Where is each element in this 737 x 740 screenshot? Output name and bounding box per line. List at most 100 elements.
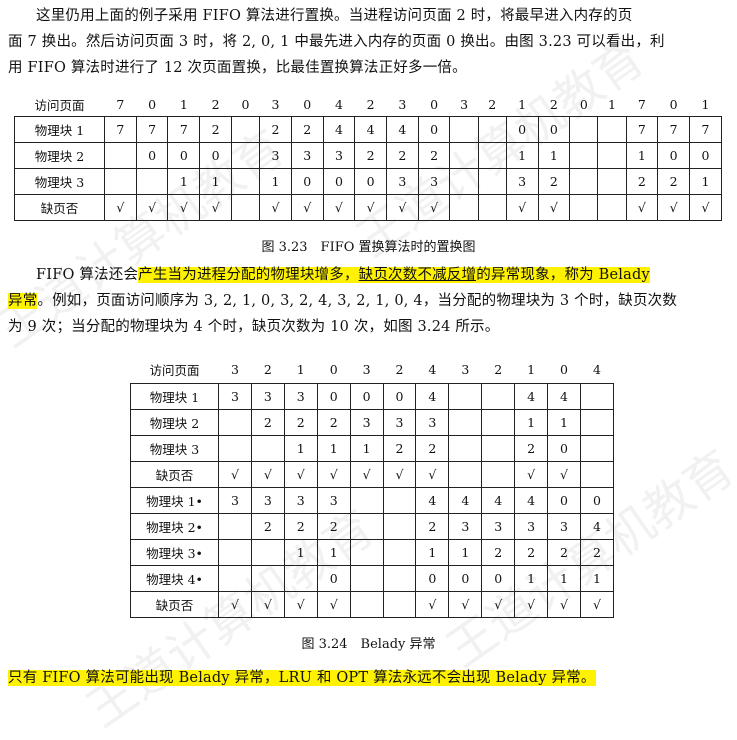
fifo-table-cell: 0 xyxy=(537,116,571,143)
belady-table-cell: 1 xyxy=(547,565,581,592)
fifo-table-cell: 7 xyxy=(135,116,169,143)
belady-table-cell: 3 xyxy=(547,513,581,540)
fifo-table-page-ref: 0 xyxy=(241,96,250,112)
fifo-table-page-ref: 2 xyxy=(488,96,497,112)
fifo-table-cell xyxy=(104,142,137,169)
belady-table-cell xyxy=(448,435,483,462)
belady-table-cell: 3 xyxy=(382,409,417,436)
belady-table-page-ref: 3 xyxy=(362,362,371,377)
fifo-table-cell: 0 xyxy=(505,116,539,143)
fifo-table-cell: 0 xyxy=(290,168,324,195)
fifo-table-page-ref: 7 xyxy=(637,96,646,112)
belady-table-cell: 0 xyxy=(481,565,516,592)
fifo-table-row: 物理块 1777222444000777 xyxy=(14,116,723,143)
fifo-table-cell: 2 xyxy=(290,116,324,143)
belady-text-2: 。例如，页面访问顺序为 3, 2, 1, 0, 3, 2, 4, 3, 2, 1… xyxy=(37,293,678,309)
intro-line-1: 这里仍用上面的例子采用 FIFO 算法进行置换。当进程访问页面 2 时，将最早进… xyxy=(36,8,633,24)
fifo-table-cell: 3 xyxy=(505,168,539,195)
fifo-table-cell xyxy=(449,168,479,195)
belady-table-cell: 2 xyxy=(514,435,549,462)
belady-table-cell: √ xyxy=(283,591,318,618)
intro-paragraph: 这里仍用上面的例子采用 FIFO 算法进行置换。当进程访问页面 2 时，将最早进… xyxy=(8,3,730,81)
belady-table-header-row: 访问页面 3 2 1 0 3 2 4 3 2 1 0 4 xyxy=(131,356,614,384)
belady-table-header-label: 访问页面 xyxy=(149,363,200,378)
belady-table-cell: 0 xyxy=(448,565,483,592)
belady-table-cell: 0 xyxy=(579,487,615,514)
belady-table-cell xyxy=(349,539,384,566)
belady-table-row-label: 物理块 1 xyxy=(130,383,219,410)
fifo-table-cell: 2 xyxy=(259,116,292,143)
belady-table-cell: √ xyxy=(250,591,285,618)
fifo-table-cell: √ xyxy=(354,194,388,221)
fifo-table-cell: √ xyxy=(386,194,419,221)
fifo-table-page-ref: 2 xyxy=(549,96,558,112)
belady-table-cell: √ xyxy=(514,461,549,488)
belady-table-cell: 0 xyxy=(316,383,351,410)
belady-table-cell: √ xyxy=(481,591,516,618)
belady-table-cell xyxy=(218,539,252,566)
fifo-table-row-label: 缺页否 xyxy=(14,194,105,221)
fifo-table-cell: √ xyxy=(167,194,201,221)
fifo-table-cell xyxy=(477,168,507,195)
belady-table-cell: 1 xyxy=(514,409,549,436)
belady-table-cell: 0 xyxy=(547,487,581,514)
fifo-table-cell xyxy=(477,116,507,143)
belady-table-page-ref: 1 xyxy=(527,362,536,377)
belady-table-cell xyxy=(382,487,417,514)
belady-paragraph: FIFO 算法还会产生当为进程分配的物理块增多，缺页次数不减反增的异常现象，称为… xyxy=(8,262,730,340)
fifo-table-cell: 4 xyxy=(322,116,356,143)
belady-table-cell xyxy=(382,513,417,540)
belady-table-cell: 2 xyxy=(514,539,549,566)
fifo-table-cell xyxy=(597,142,627,169)
belady-table-cell: 3 xyxy=(218,383,252,410)
fifo-table-cell xyxy=(597,168,627,195)
fifo-table-cell: 2 xyxy=(386,142,419,169)
fifo-table-page-ref: 0 xyxy=(148,96,157,112)
belady-table-cell: √ xyxy=(382,461,417,488)
belady-table-row: 缺页否 √ √ √ √ √ √ √ √ √ √ xyxy=(130,591,615,618)
belady-table-cell: 1 xyxy=(448,539,483,566)
fifo-table-cell xyxy=(597,116,627,143)
belady-table-page-ref: 2 xyxy=(263,362,272,377)
belady-table-cell: √ xyxy=(283,461,318,488)
fifo-table-page-ref: 1 xyxy=(179,96,188,112)
fifo-table-row-label: 物理块 1 xyxy=(14,116,105,143)
belady-table-cell: √ xyxy=(415,591,450,618)
belady-table-cell xyxy=(250,435,285,462)
fifo-table-cell: 0 xyxy=(167,142,201,169)
belady-table-cell: 4 xyxy=(579,513,615,540)
belady-table-cell xyxy=(579,435,615,462)
belady-table-cell xyxy=(448,409,483,436)
belady-table-row-label: 物理块 3 xyxy=(130,435,219,462)
fifo-table-cell xyxy=(230,142,261,169)
figure-caption-3-23: 图 3.23 FIFO 置换算法时的置换图 xyxy=(261,240,476,255)
fifo-table-cell: √ xyxy=(505,194,539,221)
belady-table-cell: 2 xyxy=(316,409,351,436)
fifo-table-page-ref: 3 xyxy=(398,96,407,112)
belady-table-cell: 3 xyxy=(218,487,252,514)
belady-table-cell xyxy=(382,591,417,618)
belady-highlight-1: 产生当为进程分配的物理块增多， xyxy=(138,267,359,283)
fifo-table-cell: 2 xyxy=(417,142,451,169)
belady-table-cell: √ xyxy=(415,461,450,488)
fifo-table-cell: √ xyxy=(135,194,169,221)
belady-table-row-label: 物理块 3• xyxy=(130,539,219,566)
belady-table-cell: 1 xyxy=(349,435,384,462)
fifo-table-cell xyxy=(477,194,507,221)
fifo-table-page-ref: 3 xyxy=(460,96,469,112)
fifo-table-cell: 2 xyxy=(199,116,232,143)
belady-table-cell xyxy=(481,435,516,462)
belady-table-cell xyxy=(579,409,615,436)
fifo-table-page-ref: 1 xyxy=(607,96,616,112)
fifo-table-page-ref: 1 xyxy=(701,96,710,112)
belady-table-cell: 2 xyxy=(283,409,318,436)
fifo-table-page-ref: 2 xyxy=(211,96,220,112)
intro-line-3: 用 FIFO 算法时进行了 12 次页面置换，比最佳置换算法正好多一倍。 xyxy=(8,60,467,76)
fifo-table-cell xyxy=(230,168,261,195)
belady-table-page-ref: 2 xyxy=(395,362,404,377)
belady-table-cell: 3 xyxy=(448,513,483,540)
fifo-table-cell: √ xyxy=(322,194,356,221)
belady-table-page-ref: 2 xyxy=(494,362,503,377)
belady-table-row: 物理块 222233311 xyxy=(130,409,615,436)
belady-table-cell xyxy=(218,435,252,462)
